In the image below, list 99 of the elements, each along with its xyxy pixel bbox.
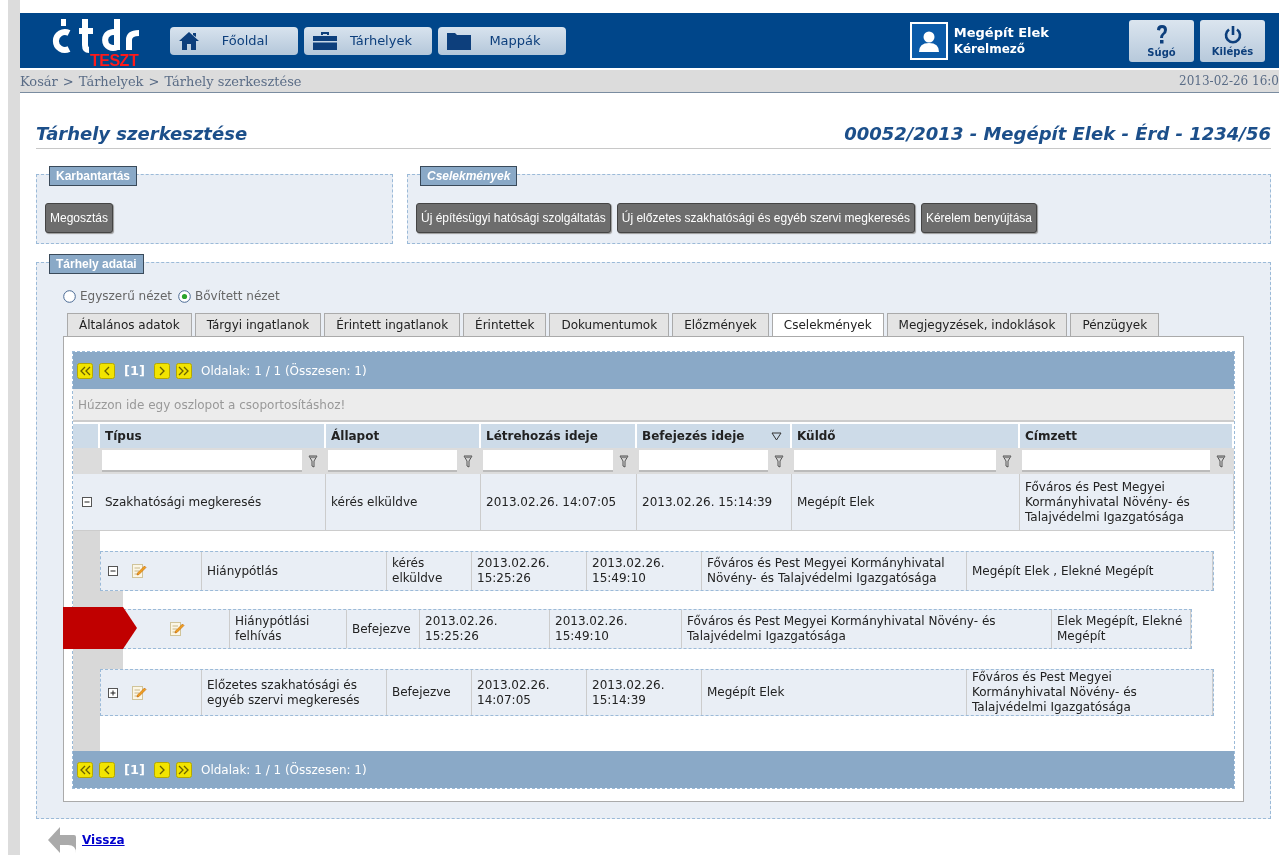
table-cell: Szakhatósági megkeresés: [100, 474, 326, 530]
breadcrumb-link[interactable]: Tárhely szerkesztése: [164, 73, 302, 89]
tab[interactable]: Dokumentumok: [549, 313, 670, 336]
tab[interactable]: Cselekmények: [771, 313, 884, 336]
table-cell: Megépít Elek , Elekné Megépít: [967, 552, 1213, 590]
chevron-left-icon[interactable]: [98, 362, 116, 379]
table-cell: kérés elküldve: [326, 474, 481, 530]
double-chevron-right-icon[interactable]: [174, 761, 193, 778]
page-title: Tárhely szerkesztése: [36, 123, 248, 144]
nav-button[interactable]: Főoldal: [170, 26, 298, 55]
table-cell: 2013.02.26. 15:49:10: [550, 610, 682, 648]
edit-pencil-icon[interactable]: [131, 684, 147, 701]
logout-button[interactable]: Kilépés: [1200, 19, 1265, 62]
table-cell: 2013.02.26. 15:14:39: [587, 670, 702, 715]
table-cell: Hiánypótlási felhívás: [230, 610, 347, 648]
table-row[interactable]: Szakhatósági megkeresés kérés elküldve 2013.02.26. 14:07:05 2013.02.26. 15:14:39 Megépít Elek Főváros és Pest Megyei Kormányhivatal Növény- és Talajvédelmi Igazgatósága: [73, 474, 1234, 531]
table-cell: kérés elküldve: [387, 552, 472, 590]
table-cell: 2013.02.26. 14:07:05: [472, 670, 587, 715]
logo-label: TESZT: [90, 53, 139, 69]
filter-field[interactable]: [1022, 450, 1210, 472]
table-cell: Főváros és Pest Megyei Kormányhivatal Növény- és Talajvédelmi Igazgatósága: [1020, 474, 1234, 530]
briefcase-icon: [312, 29, 338, 52]
table-cell: Megépít Elek: [792, 474, 1020, 530]
double-chevron-left-icon[interactable]: [76, 362, 94, 379]
column-header[interactable]: Címzett: [1020, 424, 1232, 448]
chevron-left-icon[interactable]: [98, 761, 116, 778]
table-cell: Főváros és Pest Megyei Kormányhivatal Növény- és Talajvédelmi Igazgatósága: [682, 610, 1052, 648]
collapse-icon[interactable]: [108, 566, 118, 576]
table-row[interactable]: Előzetes szakhatósági és egyéb szervi megkeresés Befejezve 2013.02.26. 14:07:05 2013.02.26. 15:14:39 Megépít Elek Főváros és Pest Megyei Kormányhivatal Növény- és Talajvédelmi Igazgatósága: [100, 669, 1214, 716]
help-button[interactable]: Súgó: [1129, 19, 1194, 62]
table-cell: 2013.02.26. 15:14:39: [637, 474, 792, 530]
table-cell: Hiánypótlás: [202, 552, 387, 590]
tab[interactable]: Tárgyi ingatlanok: [194, 313, 322, 336]
table-row[interactable]: Hiánypótlás kérés elküldve 2013.02.26. 15:25:26 2013.02.26. 15:49:10 Főváros és Pest Megyei Kormányhivatal Növény- és Talajvédelmi Igazgatósága Megépít Elek , Elekné Megépít: [100, 551, 1214, 591]
user-avatar-icon: [909, 21, 948, 60]
filter-field[interactable]: [639, 450, 768, 472]
filter-field[interactable]: [328, 450, 457, 472]
grid-corner: [73, 424, 98, 448]
user-role: Kérelmező: [953, 41, 1027, 57]
column-header[interactable]: Befejezés ideje: [637, 424, 790, 448]
power-icon: [1222, 24, 1243, 45]
table-cell: Befejezve: [347, 610, 420, 648]
timestamp: 2013-02-26 16:0: [1179, 74, 1279, 88]
collapse-icon[interactable]: [81, 497, 92, 507]
column-header[interactable]: Létrehozás ideje: [481, 424, 635, 448]
filter-field[interactable]: [483, 450, 613, 472]
column-header[interactable]: Küldő: [792, 424, 1018, 448]
filter-field[interactable]: [102, 450, 302, 472]
radio-button[interactable]: [63, 289, 76, 303]
table-cell: 2013.02.26. 15:25:26: [472, 552, 587, 590]
radio-label: Bővített nézet: [194, 289, 280, 303]
table-cell: Megépít Elek: [702, 670, 967, 715]
tab[interactable]: Érintett ingatlanok: [324, 313, 461, 336]
table-cell: Előzetes szakhatósági és egyéb szervi megkeresés: [202, 670, 387, 715]
tab[interactable]: Előzmények: [672, 313, 769, 336]
panel-legend: Cselekmények: [420, 166, 518, 186]
nav-button[interactable]: Tárhelyek: [304, 26, 432, 55]
breadcrumb-link[interactable]: Kosár: [20, 73, 58, 89]
action-button[interactable]: Új építésügyi hatósági szolgáltatás: [416, 203, 611, 233]
tab[interactable]: Érintettek: [463, 313, 547, 336]
back-link[interactable]: Vissza: [82, 833, 125, 847]
radio-label: Egyszerű nézet: [80, 289, 172, 303]
edit-pencil-icon[interactable]: [131, 563, 147, 579]
filter-field[interactable]: [794, 450, 996, 472]
double-chevron-left-icon[interactable]: [76, 761, 94, 778]
panel-legend: Tárhely adatai: [49, 254, 144, 274]
table-row[interactable]: Hiánypótlási felhívás Befejezve 2013.02.26. 15:25:26 2013.02.26. 15:49:10 Főváros és Pest Megyei Kormányhivatal Növény- és Talajvédelmi Igazgatósága Elek Megépít, Elekné Megépít: [123, 609, 1192, 649]
table-cell: Elek Megépít, Elekné Megépít: [1052, 610, 1191, 648]
table-cell: Befejezve: [387, 670, 472, 715]
case-title: 00052/2013 - Megépít Elek - Érd - 1234/56: [844, 123, 1271, 144]
table-cell: 2013.02.26. 15:49:10: [587, 552, 702, 590]
page-summary: Oldalak: 1 / 1 (Összesen: 1): [200, 762, 367, 777]
table-cell: 2013.02.26. 14:07:05: [481, 474, 637, 530]
column-header[interactable]: Típus: [100, 424, 324, 448]
tab[interactable]: Általános adatok: [67, 313, 192, 336]
edit-pencil-icon[interactable]: [169, 621, 185, 637]
action-button[interactable]: Megosztás: [45, 203, 114, 233]
expand-icon[interactable]: [108, 687, 118, 698]
radio-button[interactable]: [177, 289, 191, 303]
action-button[interactable]: Kérelem benyújtása: [920, 203, 1037, 233]
home-icon: [178, 29, 200, 52]
group-hint: Húzzon ide egy oszlopot a csoportosításhoz!: [73, 389, 1234, 422]
chevron-right-icon[interactable]: [152, 362, 171, 379]
table-cell: Főváros és Pest Megyei Kormányhivatal Növény- és Talajvédelmi Igazgatósága: [702, 552, 967, 590]
nav-button[interactable]: Mappák: [438, 26, 566, 55]
breadcrumb-link[interactable]: Tárhelyek: [78, 73, 144, 89]
page-summary: Oldalak: 1 / 1 (Összesen: 1): [200, 363, 367, 378]
breadcrumb-separator: >: [62, 73, 74, 89]
action-button[interactable]: Új előzetes szakhatósági és egyéb szervi megkeresés: [616, 203, 915, 233]
column-header[interactable]: Állapot: [326, 424, 479, 448]
table-cell: Főváros és Pest Megyei Kormányhivatal Növény- és Talajvédelmi Igazgatósága: [967, 670, 1213, 715]
double-chevron-right-icon[interactable]: [174, 362, 193, 379]
tab[interactable]: Megjegyzések, indoklások: [886, 313, 1068, 336]
user-name: Megépít Elek: [953, 24, 1049, 41]
table-cell: 2013.02.26. 15:25:26: [420, 610, 550, 648]
chevron-right-icon[interactable]: [152, 761, 171, 778]
breadcrumb-separator: >: [148, 73, 160, 89]
panel-legend: Karbantartás: [49, 166, 138, 186]
tab[interactable]: Pénzügyek: [1070, 313, 1160, 336]
